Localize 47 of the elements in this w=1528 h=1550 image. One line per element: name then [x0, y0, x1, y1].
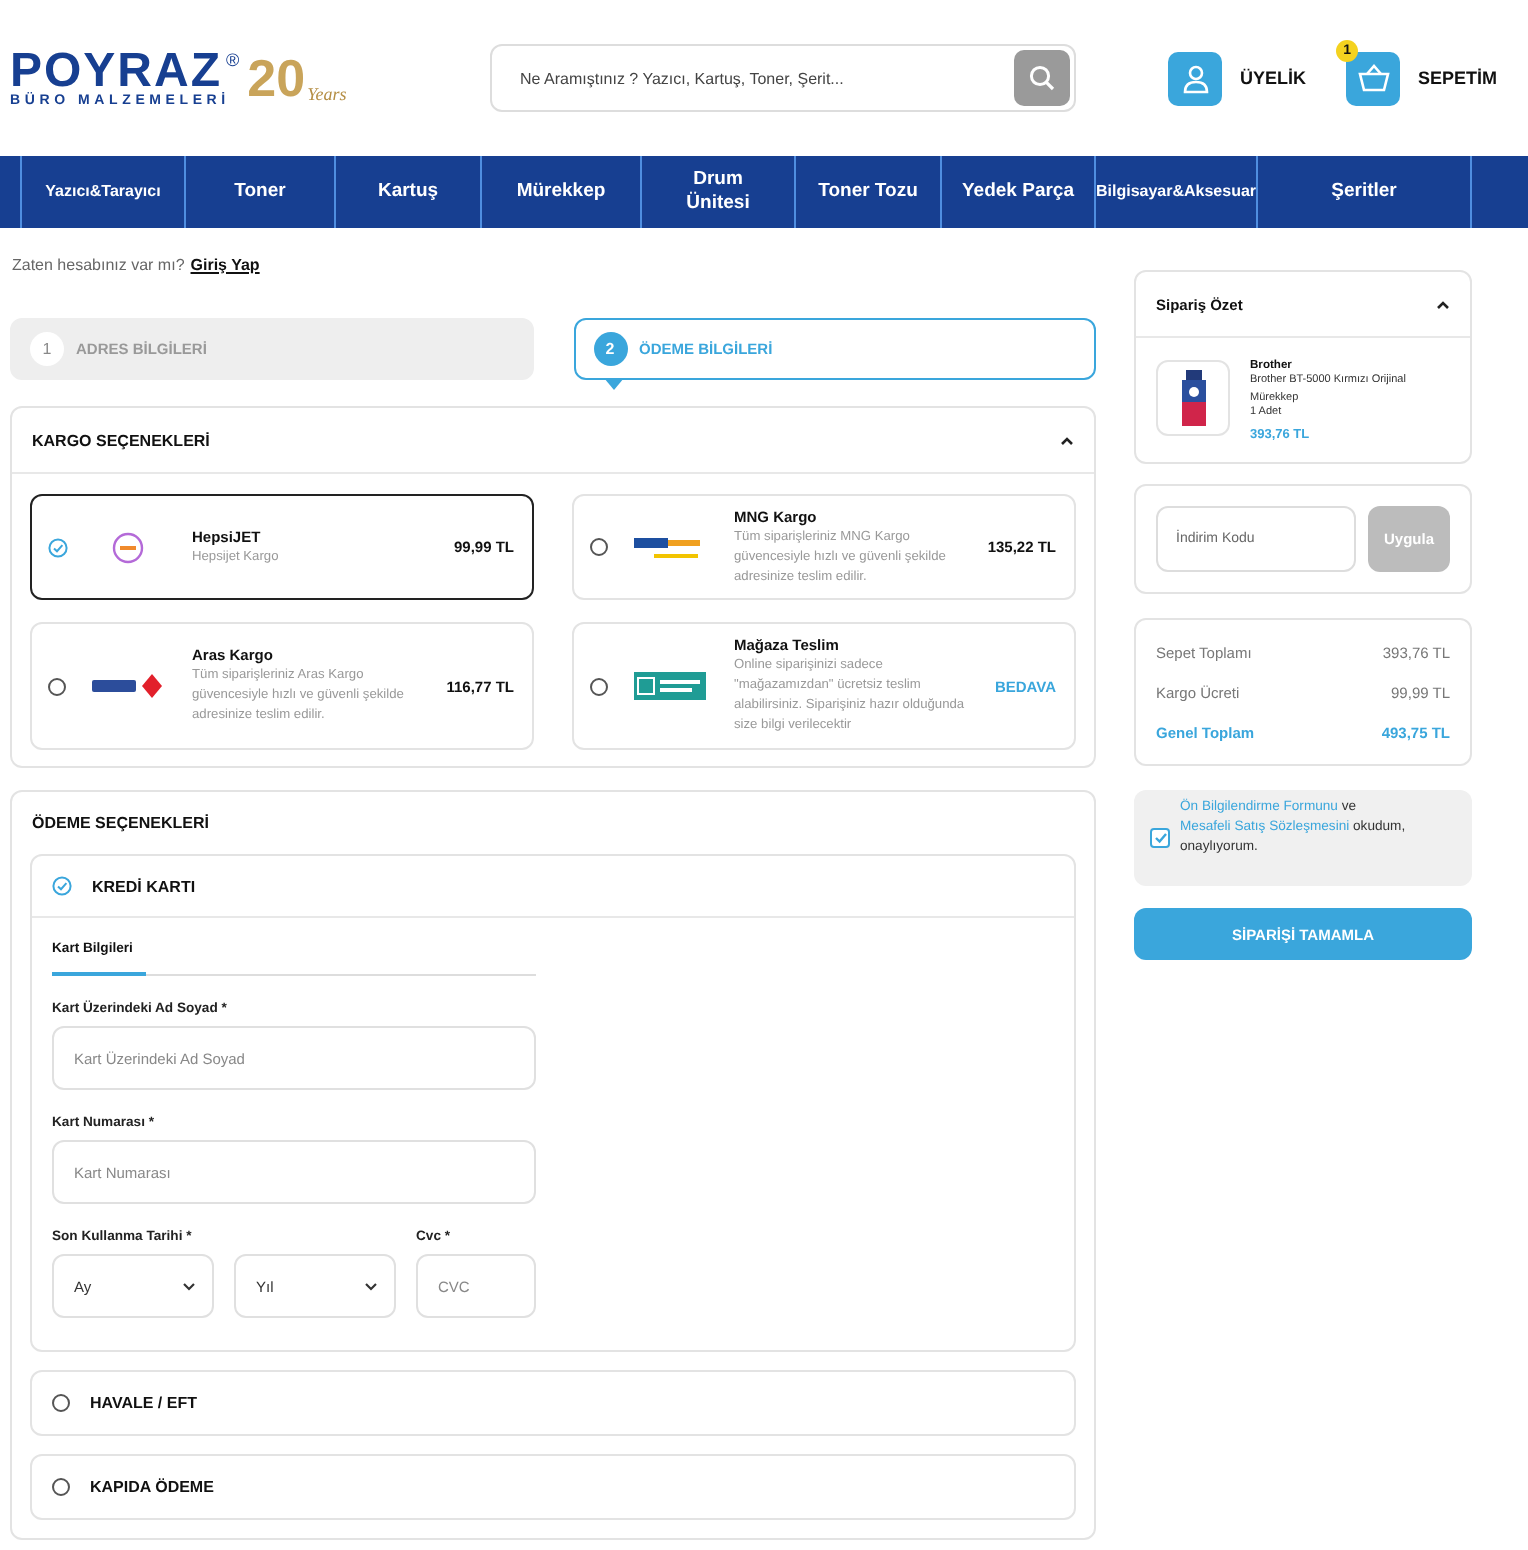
nav-link[interactable]: Yazıcı&Tarayıcı [45, 180, 161, 204]
search-icon [1028, 64, 1056, 92]
basket-icon [1357, 64, 1390, 92]
radio-button[interactable] [52, 1478, 70, 1496]
section-title: ÖDEME SEÇENEKLERİ [32, 814, 209, 832]
registered-mark: ® [226, 49, 240, 69]
account-button[interactable] [1168, 51, 1222, 105]
courier-logo [112, 531, 144, 563]
agreement-checkbox[interactable] [1150, 828, 1170, 848]
cart-button[interactable] [1346, 51, 1401, 105]
radio-button[interactable] [590, 677, 608, 695]
nav-link[interactable]: Toner [234, 180, 286, 204]
radio-button[interactable] [590, 538, 608, 556]
login-link[interactable]: Giriş Yap [190, 256, 260, 274]
payment-method-label[interactable]: HAVALE / EFT [90, 1394, 197, 1412]
login-prompt: Zaten hesabınız var mı? Giriş Yap [10, 256, 262, 278]
anniversary-label: Years [307, 84, 347, 104]
chevron-down-icon [182, 1281, 196, 1291]
section-title: KARGO SEÇENEKLERİ [32, 431, 210, 449]
radio-button[interactable] [48, 677, 66, 695]
nav-link[interactable]: Bilgisayar&Aksesuar [1095, 180, 1257, 204]
nav-link[interactable]: Şeritler [1331, 180, 1397, 204]
account-label[interactable]: ÜYELİK [1240, 68, 1307, 88]
radio-button[interactable] [52, 1394, 70, 1412]
store-logo [634, 672, 706, 700]
check-circle-icon[interactable] [48, 537, 68, 557]
check-circle-icon[interactable] [52, 876, 72, 896]
nav-link[interactable]: Kartuş [377, 180, 439, 204]
payment-method-label[interactable]: KREDİ KARTI [92, 877, 196, 895]
caret-up-icon[interactable] [1436, 299, 1450, 309]
logo-wordmark[interactable]: POYRAZ [10, 49, 223, 93]
step-pointer [603, 378, 623, 390]
cart-label[interactable]: SEPETİM [1418, 68, 1498, 88]
payment-method-label[interactable]: KAPIDA ÖDEME [90, 1478, 214, 1496]
ink-bottle-drawing [1179, 370, 1207, 426]
nav-link[interactable]: Mürekkep [516, 180, 606, 204]
courier-logo [92, 672, 164, 700]
nav-link[interactable]: Toner Tozu [818, 180, 918, 204]
caret-up-icon[interactable] [1060, 435, 1074, 445]
user-icon [1181, 63, 1209, 93]
search-button[interactable] [1014, 50, 1070, 106]
search-bar[interactable]: Ne Aramıştınız ? Yazıcı, Kartuş, Toner, Şerit... [490, 44, 1076, 112]
nav-link[interactable]: Yedek Parça [962, 180, 1074, 204]
chevron-down-icon [364, 1281, 378, 1291]
courier-logo [634, 533, 706, 561]
anniversary-number: 20 [247, 52, 306, 104]
nav-link[interactable]: Drum Ünitesi [660, 168, 776, 216]
